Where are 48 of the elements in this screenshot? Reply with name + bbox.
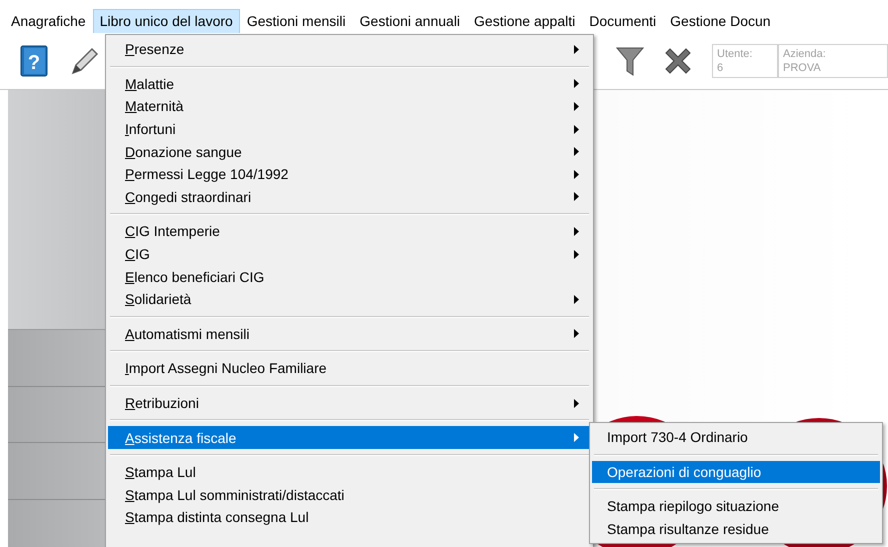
user-value: 6 (717, 61, 724, 75)
menu-item[interactable]: Stampa risultanze residue (592, 518, 880, 540)
filter-icon[interactable] (616, 45, 644, 77)
menu-item[interactable]: Import 730-4 Ordinario (592, 426, 880, 449)
menu-item[interactable]: Stampa riepilogo situazione (592, 495, 880, 518)
menu-item[interactable]: Congedi straordinari (108, 186, 591, 208)
menu-bar-item[interactable]: Documenti (582, 9, 664, 33)
menu-item[interactable]: Permessi Legge 104/1992 (108, 162, 591, 186)
menu-bar-item[interactable]: Gestione Docun (663, 9, 778, 33)
menu-item[interactable]: Retribuzioni (108, 392, 591, 414)
submenu-arrow-icon (574, 147, 579, 156)
menu-bar-item[interactable]: Gestione appalti (467, 9, 582, 33)
menu-item[interactable]: Malattie (108, 72, 591, 96)
menu-bar-item[interactable]: Gestioni mensili (240, 9, 353, 33)
pencil-icon[interactable] (70, 46, 100, 76)
menu-item[interactable]: Stampa Lul (108, 460, 591, 484)
company-value: PROVA (783, 61, 822, 75)
user-label: Utente: (717, 47, 754, 61)
submenu-arrow-icon (574, 294, 579, 304)
submenu-arrow-icon (574, 102, 579, 111)
submenu-arrow-icon (574, 250, 579, 259)
company-label: Azienda: (783, 47, 827, 61)
submenu-arrow-icon (574, 329, 579, 338)
menu-item[interactable]: Stampa distinta consegna Lul (108, 506, 591, 529)
submenu-arrow-icon (574, 433, 579, 442)
submenu-arrow-icon (574, 124, 579, 134)
menu-item[interactable]: Solidarietà (108, 288, 591, 311)
menu-item[interactable]: Assistenza fiscale (108, 426, 591, 449)
menu-bar-item[interactable]: Gestioni annuali (352, 9, 468, 33)
menu-item[interactable]: CIG Intemperie (108, 220, 591, 243)
menu-item[interactable]: Elenco beneficiari CIG (108, 265, 591, 288)
submenu-arrow-icon (574, 79, 579, 88)
menu-item[interactable]: Maternità (108, 95, 591, 118)
submenu-arrow-icon (574, 398, 579, 408)
submenu-arrow-icon (574, 170, 579, 179)
menu-item[interactable]: Stampa Lul somministrati/distaccati (108, 484, 591, 506)
menu-bar-item[interactable]: Libro unico del lavoro (92, 9, 240, 33)
submenu-arrow-icon (574, 44, 579, 54)
submenu-arrow-icon (574, 192, 579, 202)
menu-item[interactable]: Operazioni di conguaglio (592, 460, 880, 484)
menu-item[interactable]: Infortuni (108, 118, 591, 140)
menu-bar-item[interactable]: Anagrafiche (4, 9, 93, 33)
submenu-arrow-icon (574, 226, 579, 236)
menu-item[interactable]: Automatismi mensili (108, 322, 591, 346)
menu-item[interactable]: Import Assegni Nucleo Familiare (108, 357, 591, 380)
menu-item[interactable]: CIG (108, 242, 591, 266)
menu-item[interactable]: Presenze (108, 38, 591, 61)
menu-item[interactable]: Donazione sangue (108, 140, 591, 163)
